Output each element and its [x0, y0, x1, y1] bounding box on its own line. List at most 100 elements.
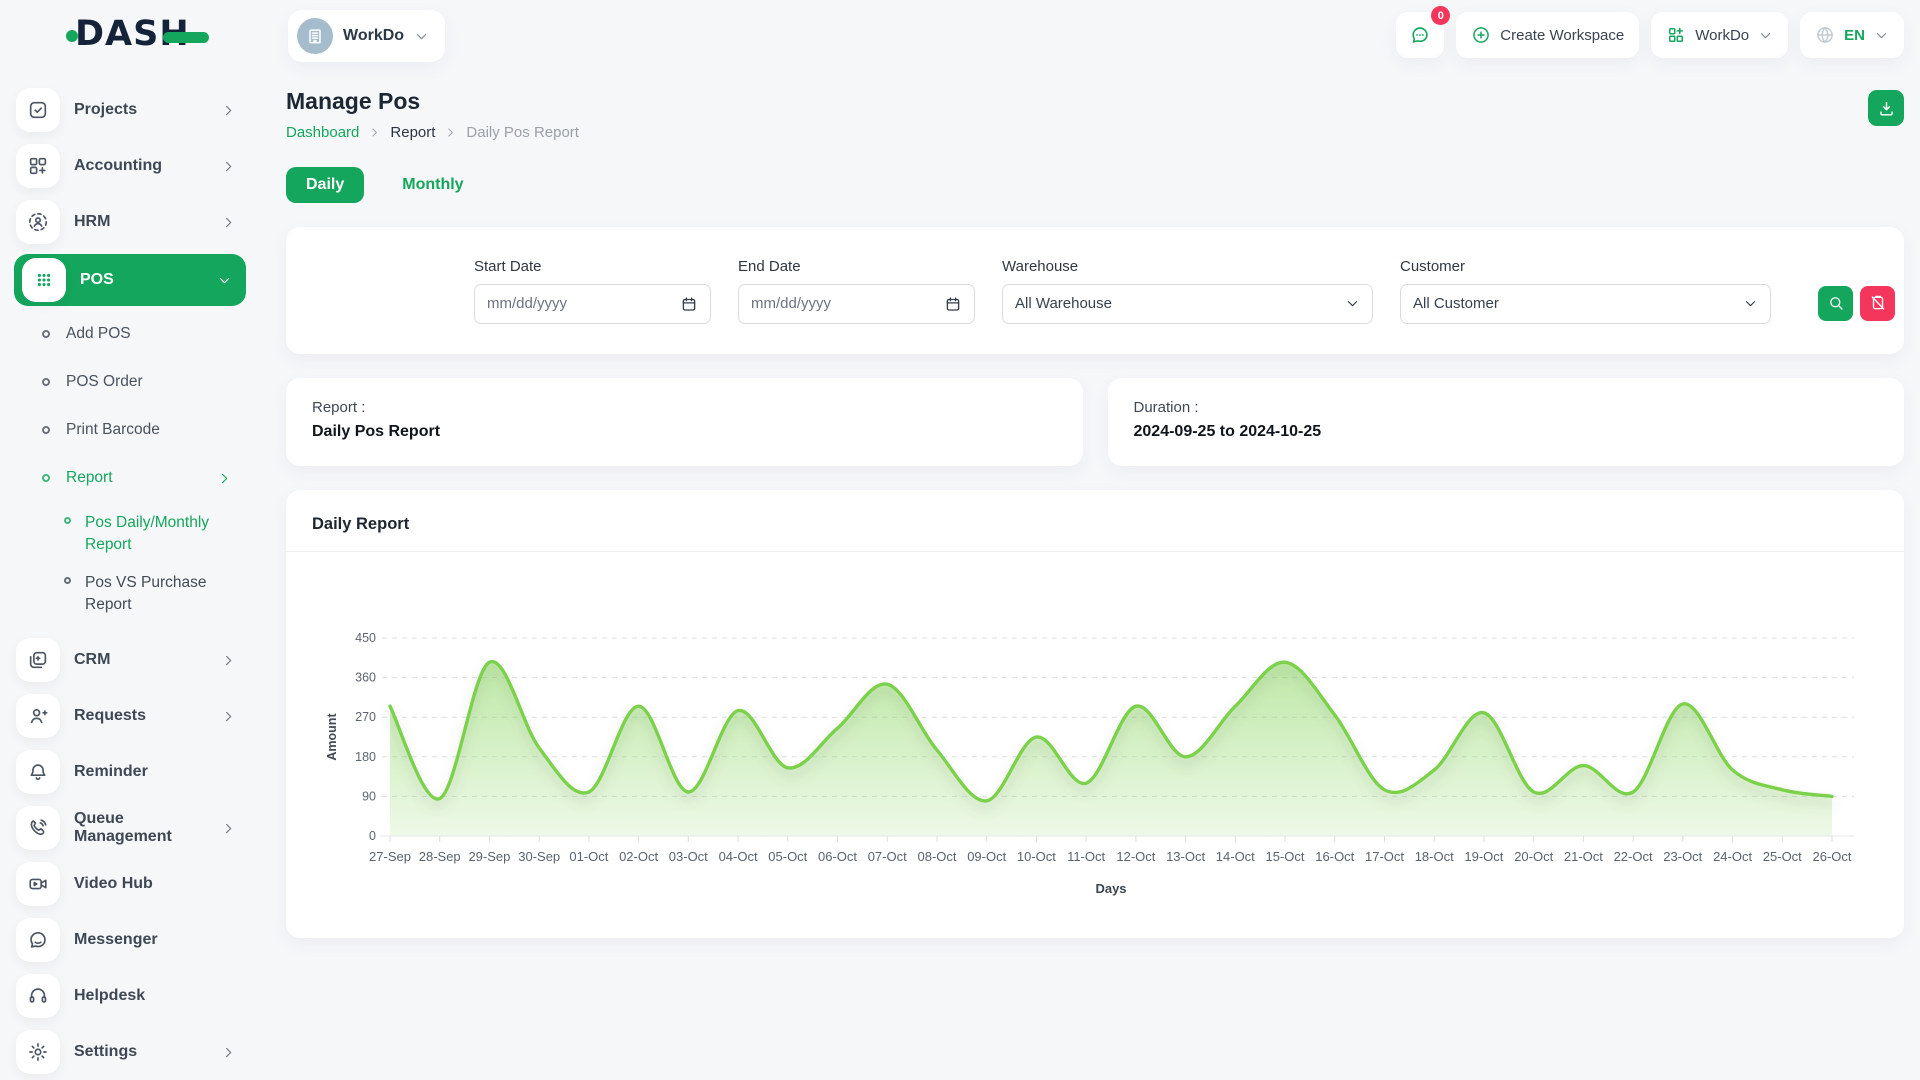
sidebar-item-crm[interactable]: CRM: [0, 632, 262, 688]
create-workspace-label: Create Workspace: [1500, 27, 1624, 44]
svg-text:03-Oct: 03-Oct: [669, 849, 708, 864]
sidebar-item-messenger[interactable]: Messenger: [0, 912, 262, 968]
chat-dots-icon: [1409, 24, 1431, 46]
start-date-input[interactable]: mm/dd/yyyy: [474, 284, 711, 324]
sidebar-item-projects[interactable]: Projects: [0, 82, 262, 138]
bullet-icon: [42, 330, 50, 338]
duration-value: 2024-09-25 to 2024-10-25: [1134, 423, 1879, 441]
queue-icon: [16, 806, 60, 850]
customer-field: Customer All Customer: [1400, 258, 1771, 324]
breadcrumb-daily-pos-report: Daily Pos Report: [466, 124, 579, 141]
warehouse-selected-value: All Warehouse: [1015, 295, 1112, 312]
language-selector[interactable]: EN: [1800, 12, 1904, 58]
end-date-field: End Date mm/dd/yyyy: [738, 258, 975, 324]
svg-text:360: 360: [355, 671, 376, 685]
breadcrumb-report[interactable]: Report: [390, 124, 435, 141]
sidebar-item-helpdesk[interactable]: Helpdesk: [0, 968, 262, 1024]
svg-text:27-Sep: 27-Sep: [369, 849, 411, 864]
customer-selected-value: All Customer: [1413, 295, 1499, 312]
breadcrumb-separator-icon: [444, 126, 457, 139]
svg-text:180: 180: [355, 750, 376, 764]
report-label: Report :: [312, 399, 1057, 416]
sidebar-item-queue-management[interactable]: Queue Management: [0, 800, 262, 856]
chevron-down-icon: [217, 273, 232, 288]
chevron-down-icon: [1345, 296, 1360, 311]
svg-text:29-Sep: 29-Sep: [468, 849, 510, 864]
svg-text:14-Oct: 14-Oct: [1216, 849, 1255, 864]
sidebar-subitem-pos-order[interactable]: POS Order: [0, 358, 262, 406]
messages-badge: 0: [1431, 6, 1450, 25]
accounting-icon: [16, 144, 60, 188]
sidebar-item-accounting[interactable]: Accounting: [0, 138, 262, 194]
projects-icon: [16, 88, 60, 132]
calendar-icon[interactable]: [944, 295, 962, 313]
svg-text:23-Oct: 23-Oct: [1663, 849, 1702, 864]
brand-logo[interactable]: DASH: [66, 14, 209, 54]
end-date-label: End Date: [738, 258, 975, 275]
sidebar-subitem-print-barcode[interactable]: Print Barcode: [0, 406, 262, 454]
hrm-icon: [16, 200, 60, 244]
messenger-icon: [16, 918, 60, 962]
reset-filters-button[interactable]: [1860, 286, 1895, 321]
download-report-button[interactable]: [1868, 90, 1904, 126]
report-value: Daily Pos Report: [312, 423, 1057, 441]
svg-text:28-Sep: 28-Sep: [419, 849, 461, 864]
end-date-input[interactable]: mm/dd/yyyy: [738, 284, 975, 324]
breadcrumb-dashboard[interactable]: Dashboard: [286, 124, 359, 141]
tab-daily[interactable]: Daily: [286, 167, 364, 203]
report-summary-card: Report : Daily Pos Report: [286, 378, 1083, 466]
sidebar-subitem-label: Print Barcode: [66, 421, 160, 439]
globe-icon: [1815, 25, 1835, 45]
helpdesk-icon: [16, 974, 60, 1018]
sidebar-item-label: HRM: [74, 213, 110, 231]
svg-text:270: 270: [355, 710, 376, 724]
sidebar-subsubitem-pos-daily-monthly-report[interactable]: Pos Daily/Monthly Report: [0, 512, 262, 556]
main-content: Manage Pos Dashboard Report Daily Pos Repo…: [286, 72, 1904, 938]
start-date-placeholder: mm/dd/yyyy: [487, 295, 567, 312]
svg-text:30-Sep: 30-Sep: [518, 849, 560, 864]
calendar-icon[interactable]: [680, 295, 698, 313]
workspace-switcher[interactable]: WorkDo: [288, 10, 445, 62]
svg-text:22-Oct: 22-Oct: [1614, 849, 1653, 864]
sidebar-item-hrm[interactable]: HRM: [0, 194, 262, 250]
user-workspace-menu[interactable]: WorkDo: [1651, 12, 1788, 58]
sidebar-item-label: Queue Management: [74, 810, 221, 846]
search-button[interactable]: [1818, 286, 1853, 321]
download-icon: [1877, 99, 1896, 118]
sidebar-subitem-add-pos[interactable]: Add POS: [0, 310, 262, 358]
start-date-label: Start Date: [474, 258, 711, 275]
chevron-down-icon: [1743, 296, 1758, 311]
sidebar-subsubitem-pos-vs-purchase-report[interactable]: Pos VS Purchase Report: [0, 572, 262, 616]
bullet-icon: [42, 378, 50, 386]
svg-text:26-Oct: 26-Oct: [1812, 849, 1851, 864]
pos-icon: [22, 258, 66, 302]
sidebar-item-requests[interactable]: Requests: [0, 688, 262, 744]
messages-button[interactable]: 0: [1396, 12, 1444, 58]
report-period-tabs: Daily Monthly: [286, 167, 1904, 203]
requests-icon: [16, 694, 60, 738]
warehouse-select[interactable]: All Warehouse: [1002, 284, 1373, 324]
svg-text:12-Oct: 12-Oct: [1116, 849, 1155, 864]
svg-text:11-Oct: 11-Oct: [1067, 849, 1105, 864]
tab-monthly[interactable]: Monthly: [382, 167, 483, 203]
chevron-right-icon: [221, 709, 236, 724]
chevron-down-icon: [414, 29, 429, 44]
sidebar-item-label: Projects: [74, 101, 137, 119]
crm-icon: [16, 638, 60, 682]
sidebar-item-reminder[interactable]: Reminder: [0, 744, 262, 800]
end-date-placeholder: mm/dd/yyyy: [751, 295, 831, 312]
create-workspace-button[interactable]: Create Workspace: [1456, 12, 1639, 58]
svg-text:0: 0: [369, 829, 376, 843]
sidebar-subitem-report[interactable]: Report: [0, 454, 262, 502]
svg-text:20-Oct: 20-Oct: [1514, 849, 1553, 864]
sidebar-item-pos[interactable]: POS: [14, 254, 246, 306]
svg-text:04-Oct: 04-Oct: [719, 849, 758, 864]
duration-label: Duration :: [1134, 399, 1879, 416]
sidebar-subsubitem-label: Pos Daily/Monthly Report: [85, 512, 235, 556]
sidebar-item-video-hub[interactable]: Video Hub: [0, 856, 262, 912]
sidebar-item-settings[interactable]: Settings: [0, 1024, 262, 1080]
customer-select[interactable]: All Customer: [1400, 284, 1771, 324]
page-title: Manage Pos: [286, 88, 579, 115]
sidebar-item-label: Messenger: [74, 931, 158, 949]
svg-text:24-Oct: 24-Oct: [1713, 849, 1752, 864]
